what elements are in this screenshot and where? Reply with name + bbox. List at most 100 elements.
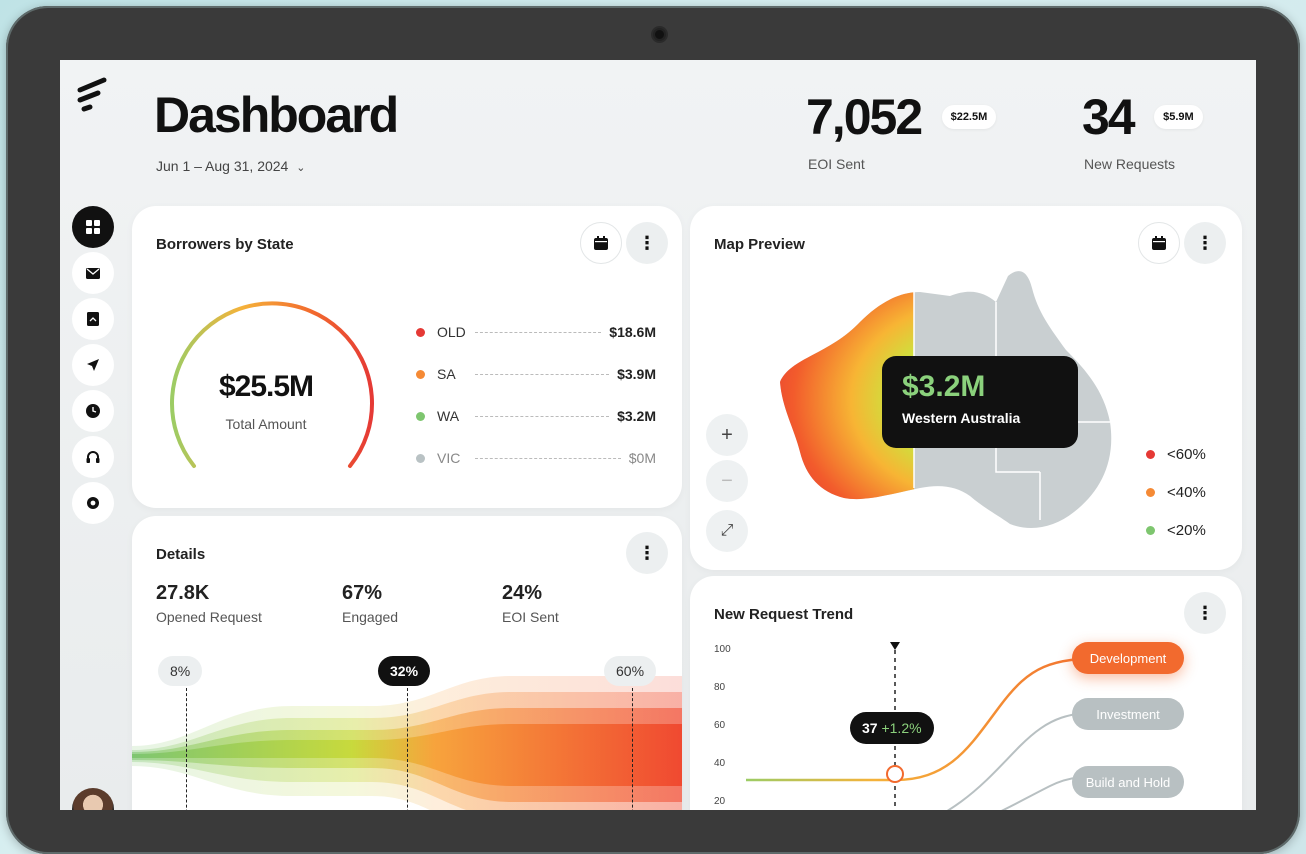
state-name: VIC <box>437 450 461 466</box>
map-legend-item: <20% <box>1146 522 1206 539</box>
more-vertical-icon: ⋮ <box>638 233 656 253</box>
stat-label: EOI Sent <box>502 609 559 625</box>
series-pill-investment[interactable]: Investment <box>1072 698 1184 730</box>
sidebar-item-mail[interactable] <box>72 252 114 294</box>
kpi-value: 34 <box>1082 89 1136 145</box>
map-legend-item: <40% <box>1146 484 1206 501</box>
tooltip-label: Western Australia <box>902 410 1021 426</box>
sidebar-item-reports[interactable] <box>72 298 114 340</box>
stat-opened-request: 27.8K Opened Request <box>156 582 262 625</box>
series-pill-development[interactable]: Development <box>1072 642 1184 674</box>
legend-label: <20% <box>1167 522 1206 539</box>
sidebar-item-dashboard[interactable] <box>72 206 114 248</box>
date-range-picker[interactable]: Jun 1 – Aug 31, 2024 ⌄ <box>156 158 305 174</box>
card-title: Map Preview <box>714 236 805 253</box>
legend-dot <box>416 369 425 379</box>
funnel-marker: 32% <box>378 656 431 686</box>
minus-icon: − <box>721 469 733 492</box>
borrowers-by-state-card: Borrowers by State ⋮ $25.5M Total Amount… <box>132 206 682 508</box>
sidebar-item-settings[interactable] <box>72 482 114 524</box>
details-card: Details ⋮ 27.8K Opened Request 67% Engag… <box>132 516 682 810</box>
stat-label: Engaged <box>342 609 399 625</box>
state-value: $18.6M <box>609 324 656 340</box>
legend-label: <40% <box>1167 484 1206 501</box>
sidebar <box>72 206 114 528</box>
state-row-old: OLD $18.6M <box>416 322 656 342</box>
plus-icon: + <box>721 423 733 446</box>
expand-icon: ⤢ <box>720 522 734 539</box>
map-legend-item: <60% <box>1146 446 1206 463</box>
sidebar-item-support[interactable] <box>72 436 114 478</box>
kpi-label: EOI Sent <box>808 156 865 172</box>
sidebar-item-history[interactable] <box>72 390 114 432</box>
send-icon <box>87 359 99 371</box>
state-row-wa: WA $3.2M <box>416 406 656 426</box>
calendar-icon <box>594 236 608 250</box>
map-tooltip: $3.2M Western Australia <box>882 356 1078 448</box>
stat-value: 67% <box>342 582 383 604</box>
legend-dot <box>416 453 425 463</box>
zoom-out-button[interactable]: − <box>706 460 748 502</box>
dashboard-screen: Dashboard Jun 1 – Aug 31, 2024 ⌄ 7,052 $… <box>60 60 1256 810</box>
funnel-marker: 60% <box>604 656 657 686</box>
grid-icon <box>86 220 100 234</box>
calendar-button[interactable] <box>580 222 622 264</box>
legend-dot <box>416 411 425 421</box>
state-value: $3.9M <box>617 366 656 382</box>
total-amount-value: $25.5M <box>218 370 314 403</box>
more-vertical-icon: ⋮ <box>1196 233 1214 253</box>
stat-value: 24% <box>502 582 543 604</box>
map-preview-card: Map Preview ⋮ $3.2M Western Australia + … <box>690 206 1242 570</box>
card-title: Borrowers by State <box>156 236 294 253</box>
stat-value: 27.8K <box>156 582 210 604</box>
more-vertical-icon: ⋮ <box>638 543 656 563</box>
state-value: $3.2M <box>617 408 656 424</box>
card-title: Details <box>156 546 206 563</box>
calendar-icon <box>1152 236 1166 250</box>
state-row-vic: VIC $0M <box>416 448 656 468</box>
date-range-label: Jun 1 – Aug 31, 2024 <box>156 158 289 174</box>
state-value: $0M <box>628 450 656 466</box>
more-options-button[interactable]: ⋮ <box>626 532 668 574</box>
state-row-sa: SA $3.9M <box>416 364 656 384</box>
stat-label: Opened Request <box>156 609 262 625</box>
page-title: Dashboard <box>154 87 399 143</box>
sidebar-item-send[interactable] <box>72 344 114 386</box>
brand-logo-icon <box>77 77 107 112</box>
more-options-button[interactable]: ⋮ <box>626 222 668 264</box>
settings-icon <box>87 497 99 509</box>
zoom-in-button[interactable]: + <box>706 414 748 456</box>
expand-map-button[interactable]: ⤢ <box>706 510 748 552</box>
kpi-badge: $22.5M <box>941 105 997 129</box>
new-request-trend-card: New Request Trend ⋮ 100 80 60 40 20 37 +… <box>690 576 1242 810</box>
kpi-badge: $5.9M <box>1154 105 1203 129</box>
tooltip-value: 37 <box>862 720 878 736</box>
kpi-label: New Requests <box>1084 156 1176 172</box>
tablet-frame: Dashboard Jun 1 – Aug 31, 2024 ⌄ 7,052 $… <box>6 6 1300 854</box>
stat-engaged: 67% Engaged <box>342 582 398 625</box>
headset-icon <box>86 451 100 463</box>
state-name: WA <box>437 408 460 424</box>
more-options-button[interactable]: ⋮ <box>1184 222 1226 264</box>
stat-eoi-sent: 24% EOI Sent <box>502 582 559 625</box>
total-amount-label: Total Amount <box>225 416 307 432</box>
tooltip-delta: +1.2% <box>881 720 922 736</box>
kpi-eoi-sent: 7,052 $22.5M EOI Sent <box>806 88 997 172</box>
mail-icon <box>86 267 100 279</box>
kpi-value: 7,052 <box>806 89 923 145</box>
legend-dot <box>416 327 425 337</box>
funnel-marker: 8% <box>158 656 203 686</box>
legend-label: <60% <box>1167 446 1206 463</box>
state-name: OLD <box>437 324 466 340</box>
camera <box>653 28 666 41</box>
trend-tooltip: 37 +1.2% <box>850 712 934 744</box>
kpi-new-requests: 34 $5.9M New Requests <box>1082 88 1203 172</box>
series-pill-build-and-hold[interactable]: Build and Hold <box>1072 766 1184 798</box>
tooltip-value: $3.2M <box>902 370 986 403</box>
calendar-button[interactable] <box>1138 222 1180 264</box>
clock-icon <box>86 404 100 418</box>
document-icon <box>87 312 99 326</box>
user-avatar[interactable] <box>72 788 114 810</box>
chevron-down-icon: ⌄ <box>296 162 306 174</box>
state-name: SA <box>437 366 456 382</box>
